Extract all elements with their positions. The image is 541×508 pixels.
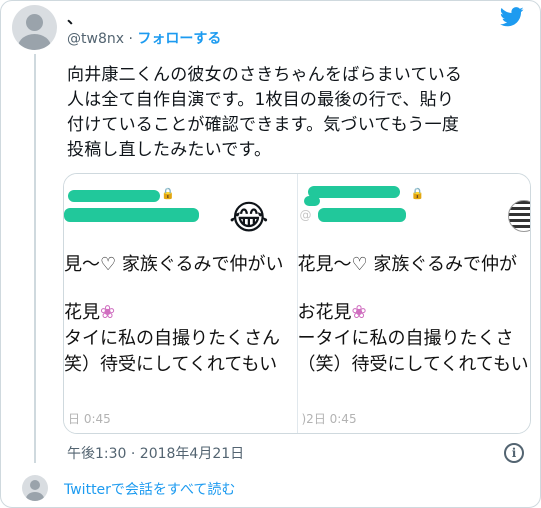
screenshot-text-fragment: お花見: [297, 302, 352, 323]
screenshot-text-line: お花見❀: [298, 298, 367, 324]
redaction-scribble: [307, 186, 400, 198]
striped-avatar-icon: [508, 200, 530, 232]
redaction-scribble: [68, 190, 160, 202]
avatar-head-shape: [30, 480, 40, 490]
tweet-text-line: 人は全て自作自演です。1枚目の最後の行で、貼り: [67, 90, 455, 110]
read-conversation-link[interactable]: Twitterで会話をすべて読む: [64, 479, 235, 499]
tweet-timestamp[interactable]: 午後1:30 · 2018年4月21日: [67, 443, 244, 463]
screenshot-text-line: ータイに私の自撮りたくさ: [297, 328, 514, 349]
tweet-text-line: 投稿し直したみたいです。: [67, 140, 272, 160]
screenshot-text-line: 花見❀: [64, 298, 115, 324]
lock-icon: 🔒: [161, 187, 175, 200]
avatar-body-shape: [26, 492, 44, 501]
tweet-text: 向井康二くんの彼女のさきちゃんをばらまいている 人は全て自作自演です。1枚目の最…: [67, 63, 527, 163]
screenshot-text-line: 見～♡ 家族ぐるみで仲がい: [64, 254, 284, 275]
separator-dot: ·: [128, 31, 133, 47]
redaction-scribble: [303, 196, 320, 206]
screenshot-text-fragment: 花見: [64, 302, 100, 323]
lock-icon: 🔒: [410, 187, 425, 200]
author-handle-row: @tw8nx · フォローする: [67, 28, 221, 48]
flower-icon: ❀: [100, 302, 116, 323]
twitter-bird-icon[interactable]: [500, 7, 524, 27]
avatar-head-shape: [26, 14, 43, 31]
redaction-scribble: [317, 208, 406, 222]
screenshot-text-line: タイに私の自撮りたくさん: [64, 328, 280, 349]
screenshot-text-line: （笑）待受にしてくれてもい: [297, 354, 529, 375]
tweet-text-line: 向井康二くんの彼女のさきちゃんをばらまいている: [67, 65, 463, 85]
screenshot-timestamp: 日 0:45: [68, 412, 111, 426]
screenshot-timestamp: )2日 0:45: [301, 412, 357, 426]
info-icon[interactable]: i: [504, 443, 524, 463]
media-image-right[interactable]: 🔒 @ 花見～♡ 家族ぐるみで仲が お花見❀ ータイに私の自撮りたくさ （笑）待…: [296, 174, 530, 433]
author-avatar[interactable]: [12, 5, 57, 50]
screenshot-text-line: 笑）待受にしてくれてもい: [64, 354, 278, 375]
screenshot-text-line: 花見～♡ 家族ぐるみで仲が: [297, 254, 518, 275]
tweet-text-line: 付けていることが確認できます。気づいてもう一度: [67, 115, 460, 135]
media-image-left[interactable]: 🔒 😂 見～♡ 家族ぐるみで仲がい 花見❀ タイに私の自撮りたくさん 笑）待受に…: [64, 174, 297, 433]
follow-button[interactable]: フォローする: [137, 31, 221, 47]
thread-connector-line: [34, 54, 36, 463]
author-name[interactable]: 、: [67, 7, 82, 28]
avatar-body-shape: [18, 34, 51, 50]
redaction-scribble: [64, 208, 199, 222]
handle-fragment: @: [299, 208, 312, 222]
laughing-emoji-icon: 😂: [229, 198, 269, 238]
flower-icon: ❀: [351, 302, 367, 323]
tweet-media-grid[interactable]: 🔒 😂 見～♡ 家族ぐるみで仲がい 花見❀ タイに私の自撮りたくさん 笑）待受に…: [63, 173, 531, 434]
tweet-card: 、 @tw8nx · フォローする 向井康二くんの彼女のさきちゃんをばらまいてい…: [0, 0, 541, 508]
author-handle[interactable]: @tw8nx: [67, 31, 124, 47]
reply-avatar: [22, 475, 48, 501]
